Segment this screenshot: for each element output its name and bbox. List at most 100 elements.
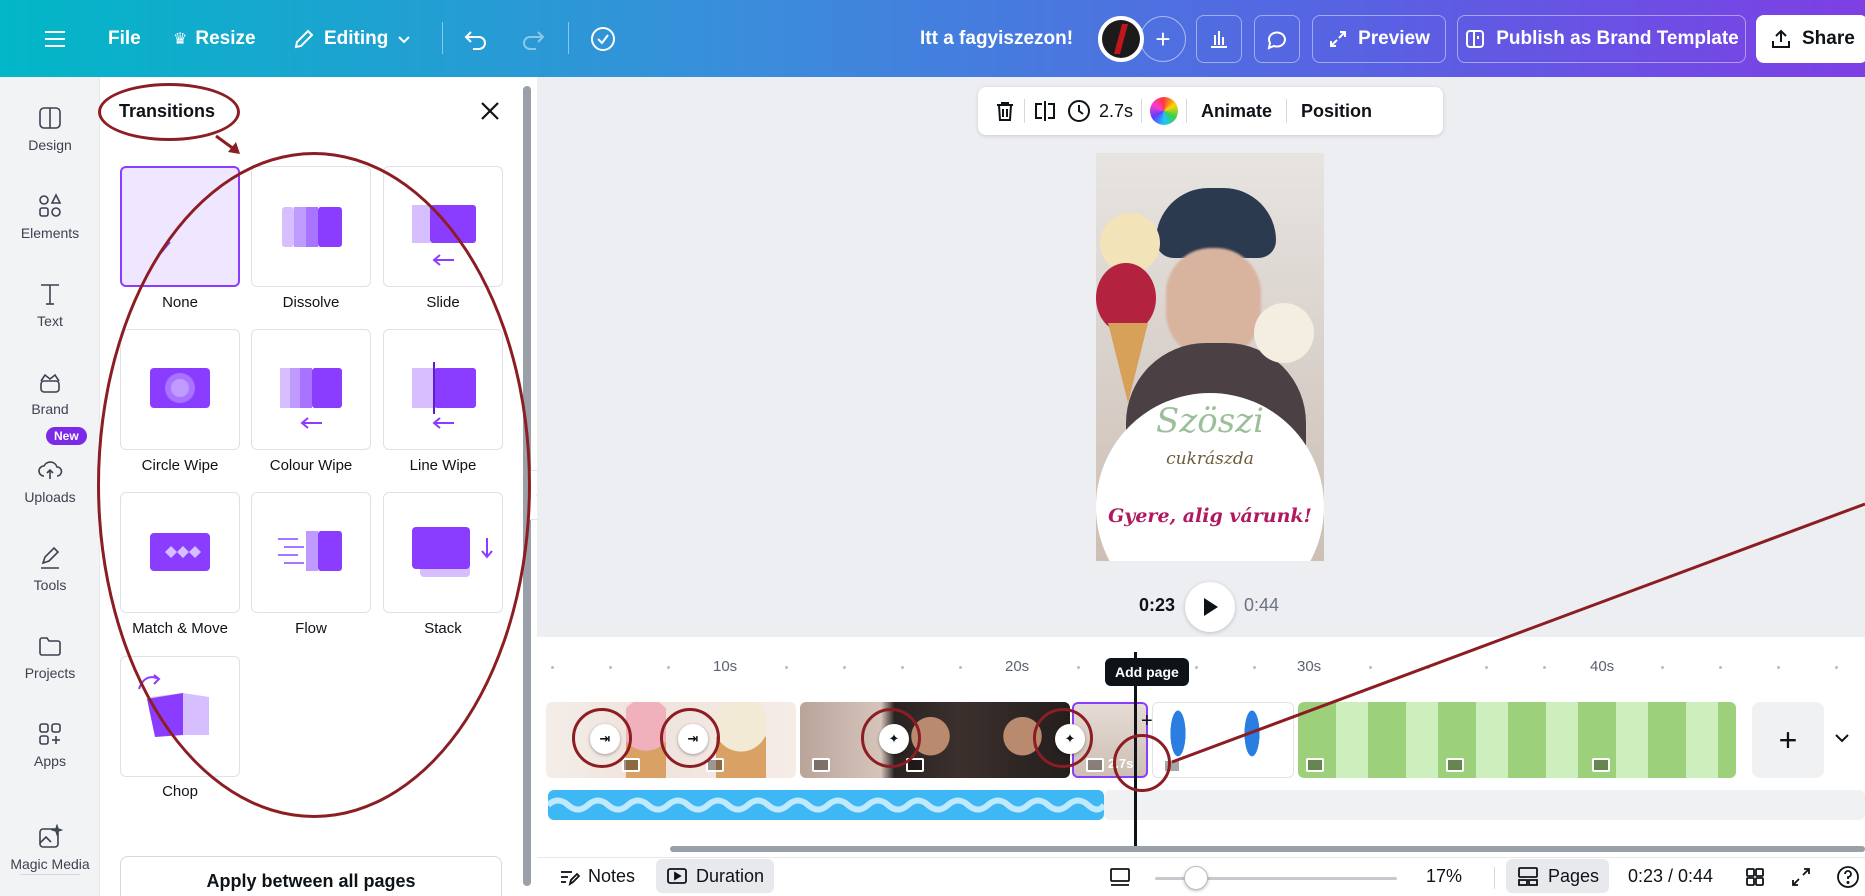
video-clip-icon bbox=[812, 758, 830, 772]
transition-tile-none[interactable] bbox=[120, 166, 240, 287]
pages-button[interactable]: Pages bbox=[1506, 859, 1610, 893]
annotation-arrow bbox=[215, 134, 240, 154]
audio-waveform bbox=[548, 797, 1104, 813]
rail-label: Design bbox=[28, 137, 72, 153]
ruler-tick bbox=[609, 666, 612, 669]
position-button[interactable]: Position bbox=[1295, 101, 1378, 122]
transition-tile-line-wipe[interactable] bbox=[383, 329, 503, 450]
audio-track[interactable] bbox=[548, 790, 1104, 820]
crown-icon: ♛ bbox=[173, 30, 188, 48]
logo-text: Szöszi bbox=[1156, 401, 1264, 441]
transition-tile-circle-wipe[interactable] bbox=[120, 329, 240, 450]
rail-label: Text bbox=[37, 313, 63, 329]
timeline-clip[interactable] bbox=[800, 702, 1070, 778]
comment-button[interactable] bbox=[1254, 15, 1300, 63]
rail-item-projects[interactable]: Projects bbox=[0, 633, 100, 681]
clip-duration: 2.7s bbox=[1108, 756, 1134, 771]
annotation-line bbox=[1171, 502, 1865, 764]
line-wipe-icon bbox=[412, 362, 476, 429]
transition-tile-chop[interactable] bbox=[120, 656, 240, 777]
timeline-clip[interactable] bbox=[546, 702, 796, 778]
rail-item-text[interactable]: Text bbox=[0, 281, 100, 329]
split-page-icon[interactable] bbox=[1033, 100, 1057, 122]
clock-icon[interactable] bbox=[1067, 99, 1091, 123]
apply-between-all-pages-button[interactable]: Apply between all pages bbox=[120, 856, 502, 896]
tile-label: None bbox=[162, 294, 198, 311]
undo-button[interactable] bbox=[463, 0, 489, 77]
editing-mode-button[interactable]: Editing bbox=[292, 0, 412, 77]
document-title[interactable]: Itt a fagyiszezon! bbox=[920, 0, 1073, 77]
zoom-percent[interactable]: 17% bbox=[1426, 857, 1462, 896]
transition-tile-stack[interactable] bbox=[383, 492, 503, 613]
transition-tile-dissolve[interactable] bbox=[251, 166, 371, 287]
notes-label: Notes bbox=[588, 866, 636, 886]
transition-icon: ⇥ bbox=[599, 731, 611, 746]
trash-icon[interactable] bbox=[994, 100, 1016, 122]
add-collaborator-button[interactable]: + bbox=[1140, 16, 1186, 62]
avatar[interactable] bbox=[1098, 16, 1144, 62]
ice-cream-cone bbox=[1108, 323, 1148, 403]
page-view-button[interactable] bbox=[1108, 857, 1132, 896]
grid-view-button[interactable] bbox=[1744, 857, 1766, 896]
rail-label: Magic Media bbox=[10, 856, 90, 872]
cloud-saved-button[interactable] bbox=[589, 0, 617, 77]
ruler-tick bbox=[1077, 666, 1080, 669]
transition-tile-match-move[interactable] bbox=[120, 492, 240, 613]
add-page-plus-icon[interactable]: + bbox=[1141, 710, 1153, 733]
rail-divider bbox=[20, 874, 80, 875]
publish-label: Publish as Brand Template bbox=[1496, 28, 1739, 49]
ruler-tick bbox=[843, 666, 846, 669]
template-icon bbox=[1466, 30, 1485, 48]
transition-button[interactable]: ⇥ bbox=[678, 724, 708, 754]
close-panel-button[interactable] bbox=[476, 97, 504, 125]
resize-button[interactable]: ♛ Resize bbox=[173, 0, 256, 77]
file-menu[interactable]: File bbox=[108, 0, 141, 77]
fullscreen-button[interactable] bbox=[1790, 857, 1812, 896]
rail-item-magic-media[interactable]: Magic Media bbox=[0, 824, 100, 872]
rail-item-tools[interactable]: Tools bbox=[0, 545, 100, 593]
transition-button[interactable]: ⇥ bbox=[590, 724, 620, 754]
resize-label: Resize bbox=[195, 27, 256, 49]
rail-label: Uploads bbox=[24, 489, 76, 505]
rail-label: Projects bbox=[24, 665, 76, 681]
rail-item-design[interactable]: Design bbox=[0, 105, 100, 153]
circle-wipe-icon bbox=[150, 368, 210, 408]
duration-button[interactable]: Duration bbox=[656, 859, 775, 893]
colour-wipe-icon bbox=[280, 368, 342, 429]
notes-button[interactable]: Notes bbox=[558, 857, 635, 896]
rail-item-apps[interactable]: Apps bbox=[0, 721, 100, 769]
tile-label: Chop bbox=[162, 783, 198, 800]
transition-button[interactable]: ✦ bbox=[1055, 724, 1085, 754]
publish-brand-template-button[interactable]: Publish as Brand Template bbox=[1457, 15, 1746, 63]
ruler-label: 20s bbox=[1005, 658, 1030, 675]
menu-icon[interactable] bbox=[42, 0, 68, 77]
timeline-scrollbar[interactable] bbox=[670, 846, 1865, 852]
zoom-slider-handle[interactable] bbox=[1184, 866, 1208, 890]
preview-button[interactable]: Preview bbox=[1312, 15, 1446, 63]
divider bbox=[1186, 99, 1188, 123]
cloud-check-icon bbox=[591, 26, 615, 51]
transition-button[interactable]: ✦ bbox=[879, 724, 909, 754]
plus-icon: + bbox=[1155, 23, 1171, 54]
transition-tile-colour-wipe[interactable] bbox=[251, 329, 371, 450]
animate-button[interactable]: Animate bbox=[1195, 101, 1278, 122]
pencil-icon bbox=[294, 29, 314, 48]
match-move-icon bbox=[150, 533, 210, 571]
duration-readout[interactable]: 2.7s bbox=[1099, 101, 1133, 122]
comment-icon bbox=[1267, 31, 1286, 50]
ruler-tick bbox=[551, 666, 554, 669]
insights-button[interactable] bbox=[1196, 15, 1242, 63]
share-button[interactable]: Share bbox=[1756, 15, 1865, 63]
rail-item-uploads[interactable]: Uploads bbox=[0, 457, 100, 505]
transition-tile-flow[interactable] bbox=[251, 492, 371, 613]
zoom-percent-text: 17% bbox=[1426, 866, 1463, 886]
tile-label: Flow bbox=[295, 620, 327, 637]
help-button[interactable] bbox=[1836, 857, 1860, 896]
redo-button[interactable] bbox=[520, 0, 546, 77]
context-toolbar: 2.7s Animate Position bbox=[978, 87, 1443, 135]
rail-item-brand[interactable]: Brand bbox=[0, 369, 100, 417]
transition-tile-slide[interactable] bbox=[383, 166, 503, 287]
color-wheel-icon[interactable] bbox=[1150, 97, 1179, 125]
rail-item-elements[interactable]: Elements bbox=[0, 193, 100, 241]
rail-label: Elements bbox=[20, 225, 80, 241]
